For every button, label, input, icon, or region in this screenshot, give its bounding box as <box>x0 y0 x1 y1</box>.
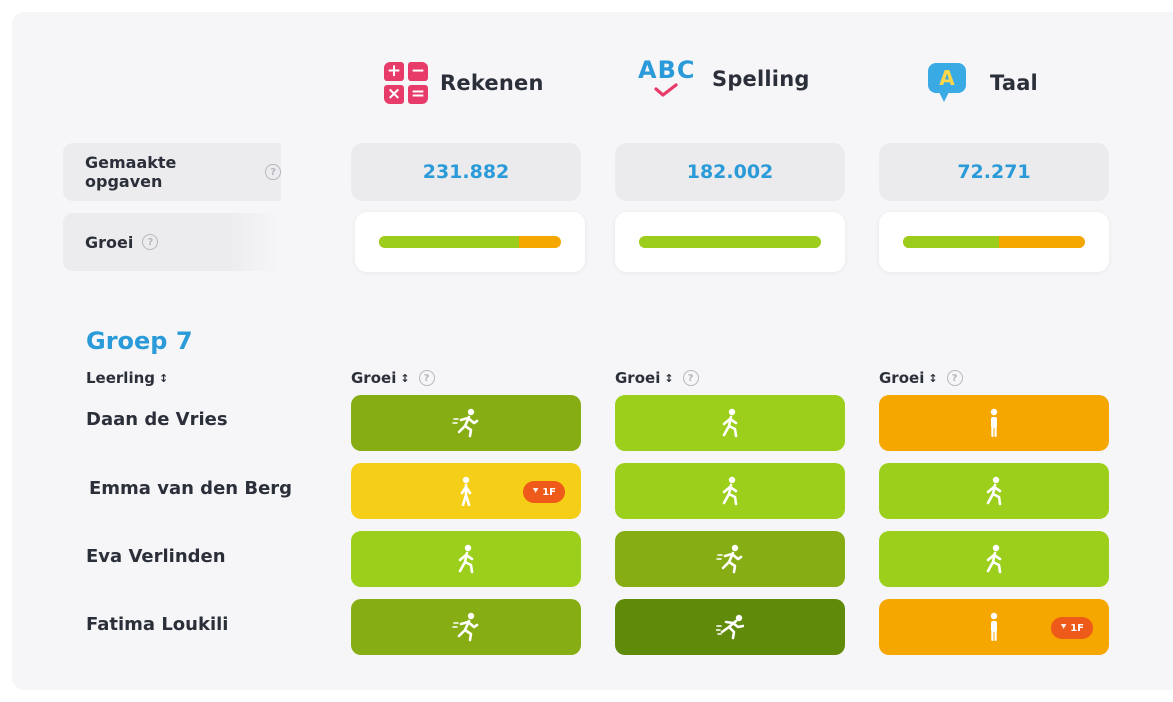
walking-icon <box>716 408 744 438</box>
growth-bar-rekenen <box>355 212 585 272</box>
subject-label: Taal <box>990 71 1038 95</box>
minus-glyph: − <box>408 62 428 81</box>
help-icon[interactable]: ? <box>946 370 963 386</box>
slow-walking-icon <box>452 476 480 506</box>
running-icon <box>452 408 480 438</box>
made-count-taal: 72.271 <box>879 143 1109 201</box>
growth-label: Groei ? <box>63 213 281 271</box>
running-icon <box>716 544 744 574</box>
growth-column-label: Groei <box>615 369 661 387</box>
growth-cell[interactable] <box>615 395 845 451</box>
growth-column-header-rekenen[interactable]: Groei ↕ ? <box>351 369 435 387</box>
made-count-rekenen: 231.882 <box>351 143 581 201</box>
growth-progress-bar <box>639 236 821 248</box>
times-glyph: × <box>384 85 404 104</box>
level-drop-badge: ⯆ 1F <box>523 481 565 503</box>
running-icon <box>452 612 480 642</box>
growth-bar-spelling <box>615 212 845 272</box>
growth-cell[interactable] <box>351 599 581 655</box>
rekenen-icon: + − × = <box>384 62 428 104</box>
level-drop-badge: ⯆ 1F <box>1051 617 1093 639</box>
growth-column-header-taal[interactable]: Groei ↕ ? <box>879 369 963 387</box>
help-icon[interactable]: ? <box>682 370 699 386</box>
double-chevron-down-icon: ⯆ <box>532 487 540 497</box>
group-title: Groep 7 <box>86 327 193 355</box>
subject-label: Rekenen <box>440 71 544 95</box>
help-icon[interactable]: ? <box>142 234 159 250</box>
equals-glyph: = <box>408 85 428 104</box>
subject-header-spelling: ABC Spelling <box>638 56 810 102</box>
subject-label: Spelling <box>712 67 810 91</box>
student-name[interactable]: Daan de Vries <box>86 409 228 430</box>
made-exercises-label: Gemaakte opgaven ? <box>63 143 281 201</box>
subject-header-taal: A Taal <box>928 60 1038 106</box>
badge-text: 1F <box>542 486 556 498</box>
growth-cell[interactable]: ⯆ 1F <box>879 599 1109 655</box>
growth-column-header-spelling[interactable]: Groei ↕ ? <box>615 369 699 387</box>
plus-glyph: + <box>384 62 404 81</box>
help-icon[interactable]: ? <box>265 164 281 180</box>
growth-progress-bar <box>903 236 1085 248</box>
student-name[interactable]: Fatima Loukili <box>86 614 228 635</box>
growth-cell[interactable] <box>351 395 581 451</box>
sort-icon[interactable]: ↕ <box>928 372 937 385</box>
sprinting-icon <box>716 612 744 642</box>
growth-cell[interactable] <box>615 463 845 519</box>
standing-icon <box>980 612 1008 642</box>
growth-progress-bar <box>379 236 561 248</box>
growth-cell[interactable] <box>879 531 1109 587</box>
growth-cell[interactable] <box>351 531 581 587</box>
walking-icon <box>980 544 1008 574</box>
made-exercises-text: Gemaakte opgaven <box>85 153 177 191</box>
abc-check-icon: ABC <box>638 56 698 102</box>
sort-icon[interactable]: ↕ <box>159 372 168 385</box>
student-column-header[interactable]: Leerling ↕ <box>86 369 168 387</box>
growth-column-label: Groei <box>351 369 397 387</box>
growth-bar-taal <box>879 212 1109 272</box>
walking-icon <box>452 544 480 574</box>
student-name[interactable]: Emma van den Berg <box>89 478 292 499</box>
sort-icon[interactable]: ↕ <box>400 372 409 385</box>
growth-cell[interactable]: ⯆ 1F <box>351 463 581 519</box>
sort-icon[interactable]: ↕ <box>664 372 673 385</box>
help-icon[interactable]: ? <box>418 370 435 386</box>
growth-cell[interactable] <box>879 463 1109 519</box>
growth-cell[interactable] <box>615 599 845 655</box>
growth-cell[interactable] <box>879 395 1109 451</box>
walking-icon <box>716 476 744 506</box>
speech-bubble-icon: A <box>928 60 970 106</box>
standing-icon <box>980 408 1008 438</box>
made-count-spelling: 182.002 <box>615 143 845 201</box>
growth-column-label: Groei <box>879 369 925 387</box>
badge-text: 1F <box>1070 622 1084 634</box>
student-name[interactable]: Eva Verlinden <box>86 546 226 567</box>
subject-header-rekenen: + − × = Rekenen <box>384 60 544 106</box>
walking-icon <box>980 476 1008 506</box>
abc-text: ABC <box>638 56 696 84</box>
double-chevron-down-icon: ⯆ <box>1060 623 1068 633</box>
growth-text: Groei <box>85 232 134 252</box>
speech-bubble-letter: A <box>928 63 966 93</box>
student-column-label: Leerling <box>86 369 156 387</box>
growth-cell[interactable] <box>615 531 845 587</box>
